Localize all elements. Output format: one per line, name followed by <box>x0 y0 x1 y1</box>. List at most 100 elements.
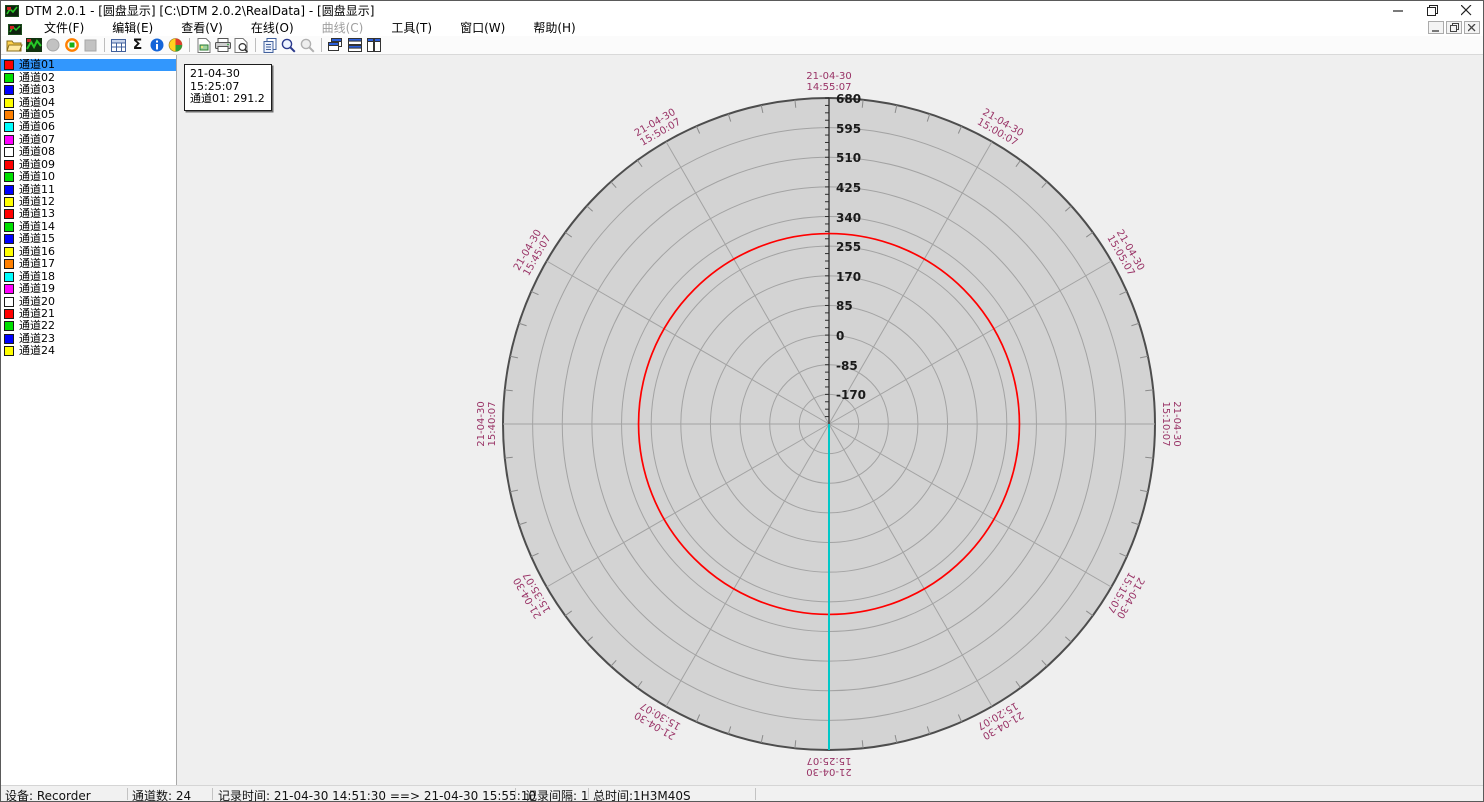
channel-color-swatch <box>4 259 14 269</box>
menu-item: 曲线(C) <box>308 18 378 37</box>
channel-color-swatch <box>4 98 14 108</box>
mdi-window-controls <box>1428 21 1480 34</box>
radial-axis-label: 510 <box>836 151 861 165</box>
channel-color-swatch <box>4 147 14 157</box>
status-separator <box>515 788 516 800</box>
toolbar: Σ <box>1 36 1483 55</box>
channel-label: 通道06 <box>19 121 55 133</box>
channel-label: 通道09 <box>19 159 55 171</box>
sigma-icon[interactable]: Σ <box>128 36 147 54</box>
channel-color-swatch <box>4 346 14 356</box>
time-label-date: 21-04-30 <box>476 401 487 446</box>
menu-item[interactable]: 帮助(H) <box>519 18 589 37</box>
status-bar: 设备: Recorder通道数: 24记录时间: 21-04-30 14:51:… <box>1 785 1483 801</box>
channel-color-swatch <box>4 209 14 219</box>
minimize-button[interactable] <box>1381 1 1415 19</box>
channel-list-item[interactable]: 通道13 <box>1 208 176 220</box>
channel-list-item[interactable]: 通道10 <box>1 171 176 183</box>
channel-color-swatch <box>4 234 14 244</box>
channel-color-swatch <box>4 334 14 344</box>
open-file-icon[interactable] <box>5 36 24 54</box>
tooltip-value: 通道01: 291.2 <box>190 93 265 106</box>
table-icon[interactable] <box>109 36 128 54</box>
radial-axis-label: 425 <box>836 181 861 195</box>
channel-color-swatch <box>4 284 14 294</box>
channel-color-swatch <box>4 197 14 207</box>
radial-axis-label: 170 <box>836 270 861 284</box>
channel-label: 通道01 <box>19 59 55 71</box>
channel-list-item[interactable]: 通道01 <box>1 59 176 71</box>
channel-color-swatch <box>4 272 14 282</box>
export-image-icon[interactable] <box>194 36 213 54</box>
menu-item[interactable]: 窗口(W) <box>446 18 519 37</box>
channel-list-item[interactable]: 通道03 <box>1 84 176 96</box>
channel-label: 通道19 <box>19 283 55 295</box>
channel-label: 通道20 <box>19 296 55 308</box>
channel-list-item[interactable]: 通道20 <box>1 295 176 307</box>
channel-color-swatch <box>4 122 14 132</box>
radial-axis-label: 340 <box>836 211 861 225</box>
channel-list-item[interactable]: 通道08 <box>1 146 176 158</box>
close-button[interactable] <box>1449 1 1483 19</box>
time-label: 21-04-3015:40:07 <box>476 401 498 446</box>
window-title: DTM 2.0.1 - [圆盘显示] [C:\DTM 2.0.2\RealDat… <box>25 2 374 19</box>
polar-disk-chart[interactable] <box>177 55 1483 785</box>
mdi-minimize-button[interactable] <box>1428 21 1444 34</box>
time-label: 21-04-3014:55:07 <box>806 71 851 93</box>
radial-axis-label: 255 <box>836 240 861 254</box>
channel-color-swatch <box>4 60 14 70</box>
stop-gray-icon <box>81 36 100 54</box>
menu-item[interactable]: 文件(F) <box>30 18 98 37</box>
channel-list: 通道01通道02通道03通道04通道05通道06通道07通道08通道09通道10… <box>1 55 177 785</box>
channel-color-swatch <box>4 222 14 232</box>
channel-list-item[interactable]: 通道11 <box>1 183 176 195</box>
menu-item[interactable]: 查看(V) <box>167 18 237 37</box>
channel-label: 通道13 <box>19 208 55 220</box>
status-segment: 通道数: 24 <box>132 787 191 802</box>
channel-color-swatch <box>4 135 14 145</box>
channel-color-swatch <box>4 110 14 120</box>
record-icon[interactable] <box>62 36 81 54</box>
channel-label: 通道22 <box>19 320 55 332</box>
mdi-restore-button[interactable] <box>1446 21 1462 34</box>
time-label-time: 15:40:07 <box>487 401 498 446</box>
menu-bar: 文件(F)编辑(E)查看(V)在线(O)曲线(C)工具(T)窗口(W)帮助(H) <box>1 19 1483 36</box>
radial-axis-label: -170 <box>836 388 866 402</box>
radial-axis-label: 85 <box>836 299 853 313</box>
channel-list-item[interactable]: 通道02 <box>1 71 176 83</box>
chart-icon[interactable] <box>24 36 43 54</box>
mdi-close-button[interactable] <box>1464 21 1480 34</box>
tile-vertical-icon[interactable] <box>364 36 383 54</box>
print-preview-icon[interactable] <box>232 36 251 54</box>
print-icon[interactable] <box>213 36 232 54</box>
channel-list-item[interactable]: 通道22 <box>1 320 176 332</box>
channel-label: 通道17 <box>19 258 55 270</box>
restore-button[interactable] <box>1415 1 1449 19</box>
tile-horizontal-icon[interactable] <box>345 36 364 54</box>
channel-list-item[interactable]: 通道24 <box>1 345 176 357</box>
copy-icon[interactable] <box>260 36 279 54</box>
cascade-windows-icon[interactable] <box>326 36 345 54</box>
channel-list-item[interactable]: 通道18 <box>1 270 176 282</box>
info-icon[interactable] <box>147 36 166 54</box>
child-window-icon[interactable] <box>8 21 22 34</box>
channel-list-item[interactable]: 通道17 <box>1 258 176 270</box>
status-segment: 记录时间: 21-04-30 14:51:30 ==> 21-04-30 15:… <box>218 787 536 802</box>
channel-color-swatch <box>4 185 14 195</box>
toolbar-separator <box>321 38 322 52</box>
menu-item[interactable]: 在线(O) <box>237 18 308 37</box>
toolbar-separator <box>104 38 105 52</box>
value-tooltip: 21-04-30 15:25:07 通道01: 291.2 <box>184 64 272 111</box>
zoom-icon[interactable] <box>279 36 298 54</box>
channel-list-item[interactable]: 通道15 <box>1 233 176 245</box>
menu-item[interactable]: 工具(T) <box>377 18 446 37</box>
channel-label: 通道24 <box>19 345 55 357</box>
channel-label: 通道15 <box>19 233 55 245</box>
channel-list-item[interactable]: 通道06 <box>1 121 176 133</box>
status-separator <box>755 788 756 800</box>
menu-item[interactable]: 编辑(E) <box>98 18 167 37</box>
radial-axis-label: 0 <box>836 329 844 343</box>
pie-chart-icon[interactable] <box>166 36 185 54</box>
channel-list-item[interactable]: 通道19 <box>1 283 176 295</box>
channel-list-item[interactable]: 通道04 <box>1 96 176 108</box>
